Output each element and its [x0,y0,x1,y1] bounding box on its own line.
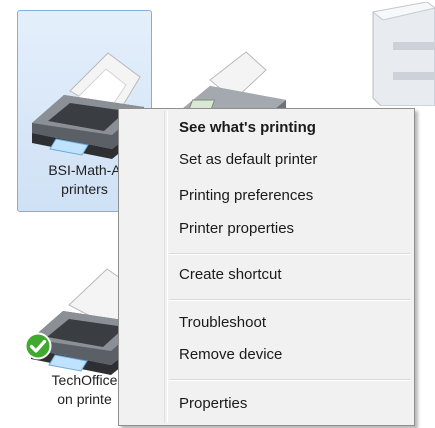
menu-gutter [164,111,168,423]
menu-item-troubleshoot[interactable]: Troubleshoot [179,310,266,336]
menu-item-set-default-printer[interactable]: Set as default printer [179,147,317,173]
menu-separator [169,379,410,381]
device-tile-copier[interactable] [363,1,435,107]
menu-item-properties[interactable]: Properties [179,391,247,417]
menu-item-remove-device[interactable]: Remove device [179,342,282,368]
menu-item-printing-preferences[interactable]: Printing preferences [179,183,313,209]
default-check-icon [24,332,52,360]
context-menu: See what's printing Set as default print… [118,108,415,426]
menu-item-create-shortcut[interactable]: Create shortcut [179,262,282,288]
menu-separator [169,299,410,301]
copier-icon [371,1,435,107]
menu-item-printer-properties[interactable]: Printer properties [179,216,294,242]
menu-separator [169,253,410,255]
menu-item-see-whats-printing[interactable]: See what's printing [179,115,316,141]
